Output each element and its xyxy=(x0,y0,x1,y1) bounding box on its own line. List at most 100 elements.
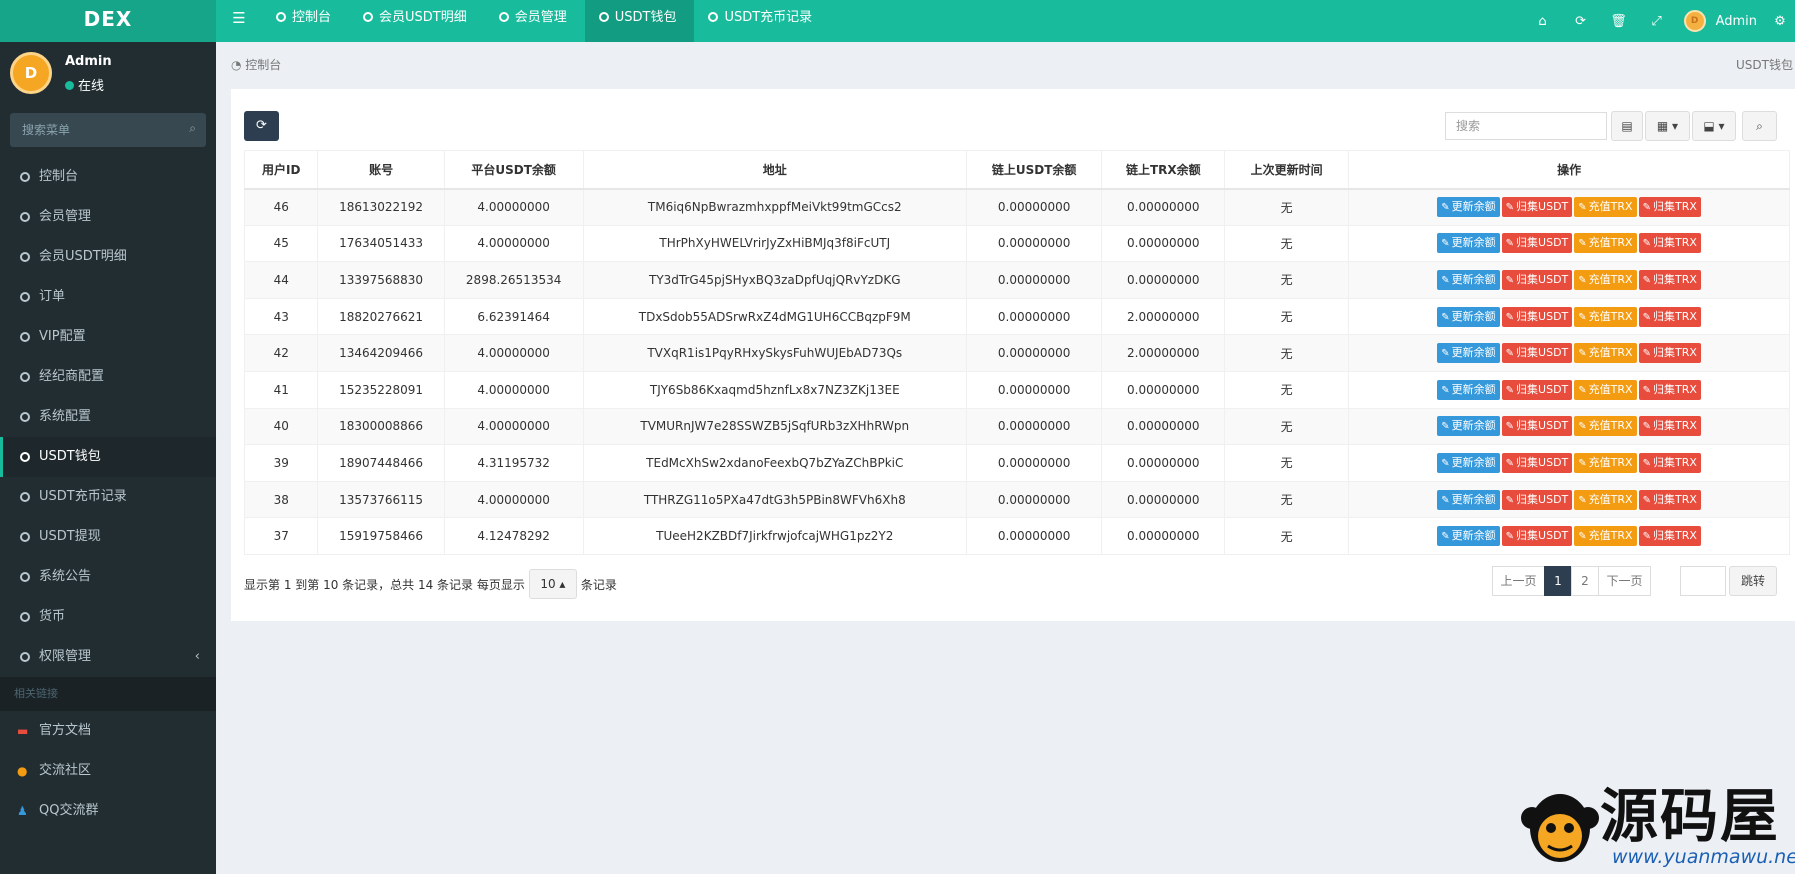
action-button-2[interactable]: ✎ 充值TRX xyxy=(1574,233,1637,254)
action-button-3[interactable]: ✎ 归集TRX xyxy=(1638,526,1701,547)
page-button-1[interactable]: 1 xyxy=(1544,566,1572,596)
refresh-button[interactable]: ⟳ xyxy=(244,111,279,141)
sidebar-toggle-icon[interactable]: ☰ xyxy=(224,0,254,42)
action-button-1[interactable]: ✎ 归集USDT xyxy=(1501,379,1573,400)
action-button-2[interactable]: ✎ 充值TRX xyxy=(1574,379,1637,400)
action-button-2[interactable]: ✎ 充值TRX xyxy=(1574,526,1637,547)
action-button-0[interactable]: ✎ 更新余额 xyxy=(1437,269,1500,290)
action-button-3[interactable]: ✎ 归集TRX xyxy=(1638,343,1701,364)
sidebar-item-7[interactable]: USDT钱包 xyxy=(0,437,216,477)
trash-icon[interactable]: 🗑 xyxy=(1600,14,1638,29)
search-icon[interactable]: ⌕ xyxy=(189,121,196,136)
action-button-2[interactable]: ✎ 充值TRX xyxy=(1574,269,1637,290)
action-button-1[interactable]: ✎ 归集USDT xyxy=(1501,343,1573,364)
sidebar: D Admin 在线 ⌕ 控制台会员管理会员USDT明细订单 VIP配置经纪商配置… xyxy=(0,42,216,874)
search-button[interactable]: ⌕ xyxy=(1742,111,1777,141)
sidebar-item-10[interactable]: 系统公告 xyxy=(0,557,216,597)
columns-button[interactable]: ▦ ▾ xyxy=(1645,111,1690,141)
jump-button[interactable]: 跳转 xyxy=(1729,566,1777,596)
sidebar-link-0[interactable]: ▬ 官方文档 xyxy=(0,711,216,751)
action-button-2[interactable]: ✎ 充值TRX xyxy=(1574,489,1637,510)
user-name: Admin xyxy=(65,54,112,69)
action-button-1[interactable]: ✎ 归集USDT xyxy=(1501,306,1573,327)
sidebar-link-1[interactable]: ● 交流社区 xyxy=(0,751,216,791)
cell-account: 13573766115 xyxy=(317,480,445,519)
action-button-3[interactable]: ✎ 归集TRX xyxy=(1638,197,1701,218)
action-button-1[interactable]: ✎ 归集USDT xyxy=(1501,233,1573,254)
table-search-input[interactable] xyxy=(1445,112,1607,140)
action-button-1[interactable]: ✎ 归集USDT xyxy=(1501,489,1573,510)
action-button-3[interactable]: ✎ 归集TRX xyxy=(1638,489,1701,510)
action-button-2[interactable]: ✎ 充值TRX xyxy=(1574,416,1637,437)
export-button[interactable]: ⬓ ▾ xyxy=(1692,111,1736,141)
settings-icon[interactable]: ⚙ xyxy=(1765,14,1795,29)
sidebar-item-5[interactable]: 经纪商配置 xyxy=(0,357,216,397)
column-header[interactable]: 地址 xyxy=(582,150,967,190)
sidebar-item-9[interactable]: USDT提现 xyxy=(0,517,216,557)
action-button-3[interactable]: ✎ 归集TRX xyxy=(1638,306,1701,327)
action-button-0[interactable]: ✎ 更新余额 xyxy=(1437,343,1500,364)
action-button-0[interactable]: ✎ 更新余额 xyxy=(1437,233,1500,254)
action-button-2[interactable]: ✎ 充值TRX xyxy=(1574,306,1637,327)
sidebar-item-0[interactable]: 控制台 xyxy=(0,157,216,197)
breadcrumb-home[interactable]: 控制台 xyxy=(245,58,281,72)
column-header[interactable]: 链上USDT余额 xyxy=(965,150,1103,190)
tab-3[interactable]: USDT钱包 xyxy=(584,0,695,42)
column-header[interactable]: 用户ID xyxy=(243,150,319,190)
sidebar-item-6[interactable]: 系统配置 xyxy=(0,397,216,437)
next-page-button[interactable]: 下一页 xyxy=(1598,566,1651,596)
action-button-0[interactable]: ✎ 更新余额 xyxy=(1437,416,1500,437)
sidebar-item-2[interactable]: 会员USDT明细 xyxy=(0,237,216,277)
action-button-0[interactable]: ✎ 更新余额 xyxy=(1437,197,1500,218)
action-button-3[interactable]: ✎ 归集TRX xyxy=(1638,233,1701,254)
sidebar-item-11[interactable]: 货币 xyxy=(0,597,216,637)
column-header[interactable]: 账号 xyxy=(317,150,445,190)
sidebar-link-2[interactable]: ♟ QQ交流群 xyxy=(0,791,216,831)
action-button-0[interactable]: ✎ 更新余额 xyxy=(1437,489,1500,510)
tab-2[interactable]: 会员管理 xyxy=(485,0,585,42)
sidebar-item-12[interactable]: 权限管理 ‹ xyxy=(0,637,216,677)
cell-account: 18907448466 xyxy=(317,444,445,482)
cell-address: TEdMcXhSw2xdanoFeexbQ7bZYaZChBPkiC xyxy=(582,444,967,482)
action-button-2[interactable]: ✎ 充值TRX xyxy=(1574,452,1637,473)
action-button-3[interactable]: ✎ 归集TRX xyxy=(1638,452,1701,473)
table-header: 用户ID 账号 平台USDT余额 地址 链上USDT余额 链上TRX余额 上次更新时间 操作 xyxy=(243,150,1790,190)
sidebar-item-1[interactable]: 会员管理 xyxy=(0,197,216,237)
sidebar-item-3[interactable]: 订单 xyxy=(0,277,216,317)
action-button-1[interactable]: ✎ 归集USDT xyxy=(1501,269,1573,290)
fullscreen-icon[interactable]: ⤢ xyxy=(1638,14,1676,29)
column-header[interactable]: 链上TRX余额 xyxy=(1101,150,1226,190)
tab-0[interactable]: 控制台 xyxy=(262,0,349,42)
home-icon[interactable]: ⌂ xyxy=(1524,14,1562,29)
action-button-2[interactable]: ✎ 充值TRX xyxy=(1574,197,1637,218)
action-button-0[interactable]: ✎ 更新余额 xyxy=(1437,526,1500,547)
app-logo[interactable]: DEX xyxy=(0,0,216,42)
page-size-select[interactable]: 10 ▴ xyxy=(528,569,577,599)
page-button-2[interactable]: 2 xyxy=(1571,566,1599,596)
action-button-1[interactable]: ✎ 归集USDT xyxy=(1501,197,1573,218)
action-button-1[interactable]: ✎ 归集USDT xyxy=(1501,416,1573,437)
action-button-2[interactable]: ✎ 充值TRX xyxy=(1574,343,1637,364)
column-header[interactable]: 操作 xyxy=(1348,150,1790,190)
action-button-0[interactable]: ✎ 更新余额 xyxy=(1437,379,1500,400)
action-button-3[interactable]: ✎ 归集TRX xyxy=(1638,416,1701,437)
action-button-1[interactable]: ✎ 归集USDT xyxy=(1501,452,1573,473)
action-button-0[interactable]: ✎ 更新余额 xyxy=(1437,306,1500,327)
jump-page-input[interactable] xyxy=(1680,566,1726,596)
comment-icon: ● xyxy=(17,764,28,778)
refresh-icon[interactable]: ⟳ xyxy=(1562,14,1600,29)
column-header[interactable]: 平台USDT余额 xyxy=(443,150,584,190)
tab-1[interactable]: 会员USDT明细 xyxy=(349,0,485,42)
toggle-view-button[interactable]: ▤ xyxy=(1611,111,1643,141)
user-menu[interactable]: D Admin xyxy=(1676,10,1765,32)
column-header[interactable]: 上次更新时间 xyxy=(1224,150,1350,190)
action-button-3[interactable]: ✎ 归集TRX xyxy=(1638,379,1701,400)
sidebar-item-8[interactable]: USDT充币记录 xyxy=(0,477,216,517)
prev-page-button[interactable]: 上一页 xyxy=(1492,566,1545,596)
sidebar-item-4[interactable]: VIP配置 xyxy=(0,317,216,357)
menu-search-input[interactable] xyxy=(10,113,170,147)
action-button-0[interactable]: ✎ 更新余额 xyxy=(1437,452,1500,473)
tab-4[interactable]: USDT充币记录 xyxy=(694,0,830,42)
action-button-1[interactable]: ✎ 归集USDT xyxy=(1501,526,1573,547)
action-button-3[interactable]: ✎ 归集TRX xyxy=(1638,269,1701,290)
